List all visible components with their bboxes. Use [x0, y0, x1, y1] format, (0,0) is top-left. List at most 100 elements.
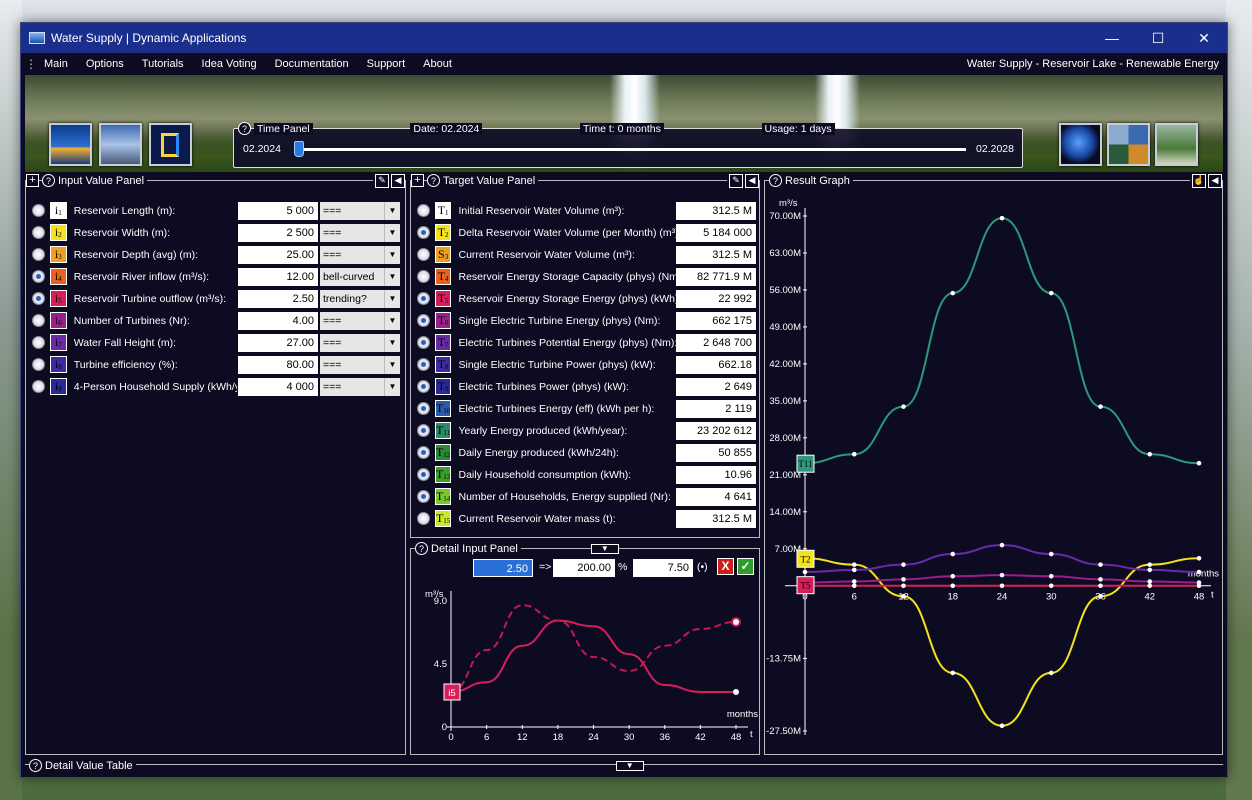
- target-radio[interactable]: [417, 336, 430, 349]
- target-radio[interactable]: [417, 490, 430, 503]
- series-point[interactable]: [950, 573, 956, 579]
- help-icon[interactable]: ?: [29, 759, 42, 772]
- menu-options[interactable]: Options: [77, 58, 133, 70]
- series-point[interactable]: [851, 583, 857, 589]
- series-point[interactable]: [1147, 451, 1153, 457]
- help-icon[interactable]: ?: [427, 174, 440, 187]
- menu-tutorials[interactable]: Tutorials: [133, 58, 193, 70]
- series-point[interactable]: [999, 723, 1005, 729]
- collapse-icon[interactable]: ◀: [391, 173, 405, 188]
- menu-documentation[interactable]: Documentation: [266, 58, 358, 70]
- input-mode-select[interactable]: === ▼: [320, 378, 400, 396]
- chevron-down-icon[interactable]: ▼: [384, 312, 400, 330]
- input-radio[interactable]: [32, 226, 45, 239]
- target-radio[interactable]: [417, 226, 430, 239]
- series-point[interactable]: [950, 551, 956, 557]
- input-value-field[interactable]: 4 000: [238, 378, 318, 396]
- series-point[interactable]: [1147, 562, 1153, 567]
- globe-thumbnail[interactable]: [1059, 123, 1102, 166]
- series-point[interactable]: [851, 579, 857, 584]
- expand-icon[interactable]: +: [411, 174, 424, 187]
- chevron-down-icon[interactable]: ▼: [384, 224, 400, 242]
- menu-about[interactable]: About: [414, 58, 461, 70]
- target-radio[interactable]: [417, 314, 430, 327]
- input-radio[interactable]: [32, 336, 45, 349]
- series-line[interactable]: [804, 557, 1200, 727]
- input-radio[interactable]: [32, 314, 45, 327]
- series-point[interactable]: [851, 567, 857, 573]
- target-radio[interactable]: [417, 424, 430, 437]
- chevron-down-icon[interactable]: ▼: [384, 202, 400, 220]
- chevron-down-icon[interactable]: ▼: [384, 356, 400, 374]
- input-radio[interactable]: [32, 380, 45, 393]
- series-point[interactable]: [901, 594, 906, 599]
- target-radio[interactable]: [417, 402, 430, 415]
- input-value-field[interactable]: 25.00: [238, 246, 318, 264]
- detail-percent-input[interactable]: 200.00: [553, 559, 615, 577]
- target-radio[interactable]: [417, 292, 430, 305]
- series-point[interactable]: [950, 583, 956, 589]
- input-value-field[interactable]: 80.00: [238, 356, 318, 374]
- target-radio[interactable]: [417, 358, 430, 371]
- input-mode-select[interactable]: === ▼: [320, 334, 400, 352]
- input-mode-select[interactable]: === ▼: [320, 202, 400, 220]
- input-radio[interactable]: [32, 248, 45, 261]
- edit-icon[interactable]: ✎: [729, 173, 743, 188]
- series-point[interactable]: [1098, 583, 1103, 589]
- series-point[interactable]: [1098, 594, 1103, 599]
- series-point[interactable]: [802, 569, 808, 575]
- collapse-icon[interactable]: ◀: [745, 173, 759, 188]
- series-point[interactable]: [999, 583, 1005, 589]
- series-point[interactable]: [901, 583, 906, 589]
- detail-mode[interactable]: (•): [697, 561, 708, 573]
- chevron-down-icon[interactable]: ▼: [384, 246, 400, 264]
- input-radio[interactable]: [32, 292, 45, 305]
- menu-dots-icon[interactable]: ⋮: [25, 57, 37, 71]
- series-point[interactable]: [1196, 460, 1202, 466]
- cancel-button[interactable]: X: [717, 558, 734, 575]
- edit-icon[interactable]: ✎: [375, 173, 389, 188]
- series-point[interactable]: [901, 562, 906, 567]
- expand-icon[interactable]: +: [26, 174, 39, 187]
- series-point[interactable]: [1196, 555, 1202, 561]
- maximize-button[interactable]: ☐: [1135, 23, 1181, 53]
- series-point[interactable]: [901, 577, 906, 582]
- series-point[interactable]: [1098, 577, 1103, 582]
- detail-to-input[interactable]: 7.50: [633, 559, 693, 577]
- series-point[interactable]: [1147, 583, 1153, 589]
- input-mode-select[interactable]: === ▼: [320, 224, 400, 242]
- input-mode-select[interactable]: trending? ▼: [320, 290, 400, 308]
- dropdown-toggle-icon[interactable]: ▼: [615, 760, 644, 771]
- target-radio[interactable]: [417, 204, 430, 217]
- chevron-down-icon[interactable]: ▼: [384, 378, 400, 396]
- series-point[interactable]: [1098, 562, 1103, 567]
- series-end-point[interactable]: [731, 617, 741, 627]
- input-value-field[interactable]: 2 500: [238, 224, 318, 242]
- series-point[interactable]: [1048, 583, 1054, 589]
- help-icon[interactable]: ?: [42, 174, 55, 187]
- menu-support[interactable]: Support: [358, 58, 415, 70]
- menu-main[interactable]: Main: [35, 58, 77, 70]
- target-radio[interactable]: [417, 512, 430, 525]
- detail-input-chart[interactable]: 9.04.500 6 12 18 24 30 36 42 48m³/smonthsti5: [411, 579, 759, 754]
- chevron-down-icon[interactable]: ▼: [384, 268, 400, 286]
- chevron-down-icon[interactable]: ▼: [384, 290, 400, 308]
- series-point[interactable]: [999, 542, 1005, 548]
- target-radio[interactable]: [417, 248, 430, 261]
- confirm-button[interactable]: ✓: [737, 558, 754, 575]
- input-mode-select[interactable]: === ▼: [320, 356, 400, 374]
- close-button[interactable]: ✕: [1181, 23, 1227, 53]
- app-logo-thumbnail[interactable]: [149, 123, 192, 166]
- series-point[interactable]: [1196, 569, 1202, 575]
- input-value-field[interactable]: 12.00: [238, 268, 318, 286]
- collage-thumbnail[interactable]: [1107, 123, 1150, 166]
- series-point[interactable]: [999, 572, 1005, 578]
- input-radio[interactable]: [32, 358, 45, 371]
- input-value-field[interactable]: 5 000: [238, 202, 318, 220]
- input-value-field[interactable]: 2.50: [238, 290, 318, 308]
- sky-thumbnail[interactable]: [99, 123, 142, 166]
- series-end-point[interactable]: [733, 689, 739, 695]
- dropdown-toggle-icon[interactable]: ▼: [590, 543, 619, 554]
- target-radio[interactable]: [417, 468, 430, 481]
- minimize-button[interactable]: —: [1089, 23, 1135, 53]
